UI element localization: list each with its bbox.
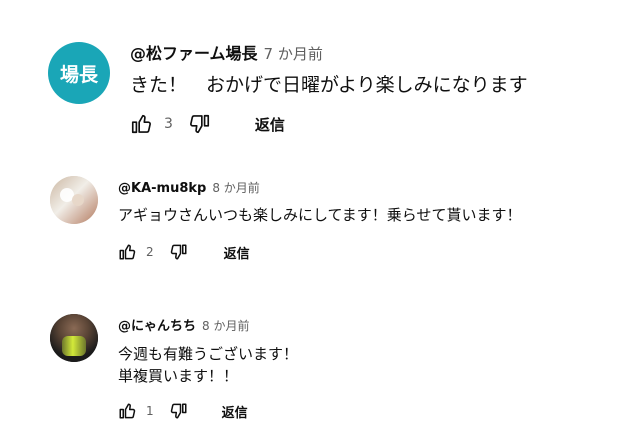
comment-2: @KA-mu8kp 8 か月前 アギョウさんいつも楽しみにしてます！乗らせて貰い… (50, 176, 522, 262)
comment-time[interactable]: 8 か月前 (202, 320, 249, 332)
thumb-down-icon (189, 113, 211, 135)
avatar[interactable] (50, 176, 98, 224)
comment-body: @にゃんちち 8 か月前 今週も有難うございます！ 単複買います！！ 1 返信 (118, 314, 298, 421)
dislike-button[interactable] (189, 112, 211, 136)
avatar-text: 場長 (59, 63, 98, 86)
reply-button[interactable]: 返信 (224, 243, 250, 262)
like-button[interactable] (118, 401, 136, 421)
reply-button[interactable]: 返信 (222, 402, 248, 421)
dislike-button[interactable] (170, 242, 188, 262)
comment-body: @KA-mu8kp 8 か月前 アギョウさんいつも楽しみにしてます！乗らせて貰い… (118, 176, 522, 262)
thumb-up-icon (118, 402, 136, 420)
like-count: 1 (146, 404, 154, 418)
reply-button[interactable]: 返信 (255, 114, 285, 135)
avatar-vest (62, 336, 86, 356)
like-count: 3 (164, 116, 173, 132)
avatar-figure-2 (72, 194, 84, 206)
comment-1: 場長 @松ファーム場長 7 か月前 きた！ おかげで日曜がより楽しみになります … (48, 42, 528, 136)
like-button[interactable] (130, 112, 152, 136)
avatar[interactable] (50, 314, 98, 362)
comment-time[interactable]: 7 か月前 (264, 47, 323, 62)
comment-author[interactable]: @松ファーム場長 (130, 46, 258, 62)
thumb-down-icon (170, 243, 188, 261)
comment-author[interactable]: @にゃんちち (118, 320, 196, 333)
comment-actions: 1 返信 (118, 401, 298, 421)
comment-meta: @にゃんちち 8 か月前 (118, 320, 298, 333)
comment-text: 今週も有難うございます！ 単複買います！！ (118, 345, 299, 385)
comment-text: きた！ おかげで日曜がより楽しみになります (130, 74, 528, 96)
thumb-up-icon (130, 113, 152, 135)
comment-meta: @KA-mu8kp 8 か月前 (118, 182, 522, 195)
comment-time[interactable]: 8 か月前 (212, 182, 259, 194)
comment-meta: @松ファーム場長 7 か月前 (130, 46, 528, 62)
thumb-down-icon (170, 402, 188, 420)
avatar[interactable]: 場長 (48, 42, 110, 104)
comment-actions: 2 返信 (118, 242, 522, 262)
comment-text: アギョウさんいつも楽しみにしてます！乗らせて貰います！ (118, 206, 522, 224)
thumb-up-icon (118, 243, 136, 261)
comment-body: @松ファーム場長 7 か月前 きた！ おかげで日曜がより楽しみになります 3 返… (130, 42, 528, 136)
dislike-button[interactable] (170, 401, 188, 421)
comment-actions: 3 返信 (130, 112, 528, 136)
like-button[interactable] (118, 242, 136, 262)
comment-author[interactable]: @KA-mu8kp (118, 182, 206, 195)
like-count: 2 (146, 245, 154, 259)
comment-3: @にゃんちち 8 か月前 今週も有難うございます！ 単複買います！！ 1 返信 (50, 314, 298, 421)
